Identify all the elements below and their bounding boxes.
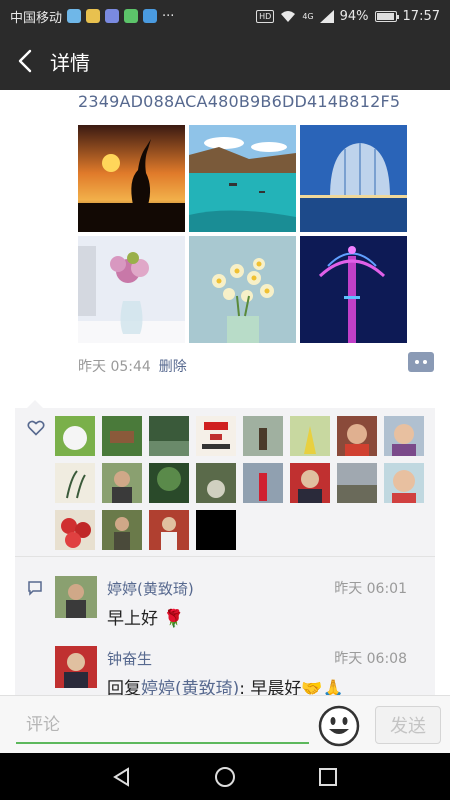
- emoji-icon[interactable]: [318, 705, 360, 747]
- delete-link[interactable]: 删除: [159, 356, 187, 376]
- title-bar: 详情: [0, 32, 450, 90]
- comment-author[interactable]: 钟奋生: [107, 648, 152, 669]
- post-time: 昨天 05:44: [78, 359, 151, 375]
- carrier-label: 中国移动: [10, 10, 63, 26]
- likes-comments-panel: 婷婷(黄致琦) 昨天 06:01 早上好 🌹 钟奋生 昨天 06:08 回复婷婷…: [15, 400, 435, 695]
- avatar[interactable]: [102, 463, 142, 503]
- more-notifications-icon: ···: [162, 8, 175, 24]
- comment-item[interactable]: 钟奋生 昨天 06:08 回复婷婷(黄致琦): 早晨好🤝🙏: [55, 646, 425, 695]
- post-detail: 2349AD088ACA480B9B6DD414B812F5 昨天 05:44 …: [0, 90, 450, 695]
- nav-back-button[interactable]: [102, 757, 142, 797]
- clock: 17:57: [402, 8, 440, 24]
- avatar[interactable]: [102, 416, 142, 456]
- avatar[interactable]: [196, 463, 236, 503]
- status-bar: 中国移动 ··· HD 4G 94% 17:57: [0, 0, 450, 32]
- avatar[interactable]: [196, 510, 236, 550]
- photo-sphere-hotel[interactable]: [300, 125, 407, 232]
- photo-narcissus[interactable]: [189, 236, 296, 343]
- avatar[interactable]: [55, 463, 95, 503]
- page-title: 详情: [50, 50, 90, 75]
- reply-to-name[interactable]: 婷婷(黄致琦): [141, 679, 239, 695]
- battery-icon: [374, 10, 399, 22]
- chevron-left-icon: [18, 49, 32, 73]
- photo-pink-flowers[interactable]: [78, 236, 185, 343]
- avatar[interactable]: [149, 510, 189, 550]
- avatar[interactable]: [384, 463, 424, 503]
- network-type: 4G: [302, 11, 314, 21]
- post-text: 2349AD088ACA480B9B6DD414B812F5: [78, 92, 401, 111]
- send-button[interactable]: 发送: [375, 706, 441, 744]
- comment-text: 早上好 🌹: [107, 609, 185, 629]
- notification-icon: [105, 9, 120, 23]
- notification-icon: [86, 9, 101, 23]
- comment-author[interactable]: 婷婷(黄致琦): [107, 578, 194, 599]
- notification-icon: [67, 9, 82, 23]
- post-meta: 昨天 05:44 删除: [78, 356, 187, 376]
- avatar[interactable]: [290, 463, 330, 503]
- circle-home-icon: [214, 766, 235, 787]
- avatar[interactable]: [337, 416, 377, 456]
- reply-prefix: 回复: [107, 679, 141, 695]
- triangle-back-icon: [112, 766, 129, 787]
- photo-heron-sunset[interactable]: [78, 125, 185, 232]
- avatar[interactable]: [55, 510, 95, 550]
- comment-time: 昨天 06:08: [334, 651, 407, 667]
- photo-lit-tower[interactable]: [300, 236, 407, 343]
- square-recents-icon: [319, 767, 338, 786]
- signal-icon: [319, 9, 334, 23]
- avatar[interactable]: [102, 510, 142, 550]
- liker-avatars: [55, 416, 435, 550]
- hd-icon: HD: [256, 9, 275, 23]
- like-comment-menu-button[interactable]: [408, 352, 434, 372]
- avatar[interactable]: [243, 416, 283, 456]
- avatar[interactable]: [55, 646, 97, 688]
- avatar[interactable]: [384, 416, 424, 456]
- avatar[interactable]: [55, 416, 95, 456]
- comment-text: 回复婷婷(黄致琦): 早晨好🤝🙏: [107, 674, 344, 695]
- avatar[interactable]: [149, 463, 189, 503]
- reply-body: : 早晨好🤝🙏: [239, 679, 344, 695]
- heart-outline-icon: [27, 420, 45, 436]
- system-nav-bar: [0, 753, 450, 800]
- notification-icon: [143, 9, 158, 23]
- notification-icon: [124, 9, 139, 23]
- avatar[interactable]: [55, 576, 97, 618]
- photo-turquoise-lake[interactable]: [189, 125, 296, 232]
- divider: [15, 556, 435, 557]
- comment-composer: 发送: [0, 695, 450, 753]
- comment-time: 昨天 06:01: [334, 581, 407, 597]
- wifi-icon: [281, 10, 296, 22]
- avatar[interactable]: [337, 463, 377, 503]
- avatar[interactable]: [290, 416, 330, 456]
- battery-percent: 94%: [339, 8, 369, 24]
- avatar[interactable]: [196, 416, 236, 456]
- back-button[interactable]: [0, 32, 50, 90]
- nav-home-button[interactable]: [205, 757, 245, 797]
- comment-item[interactable]: 婷婷(黄致琦) 昨天 06:01 早上好 🌹: [55, 576, 425, 646]
- photo-grid: [78, 125, 407, 343]
- comment-input[interactable]: [16, 708, 309, 744]
- avatar[interactable]: [243, 463, 283, 503]
- comment-icon: [28, 581, 42, 596]
- avatar[interactable]: [149, 416, 189, 456]
- nav-recents-button[interactable]: [308, 757, 348, 797]
